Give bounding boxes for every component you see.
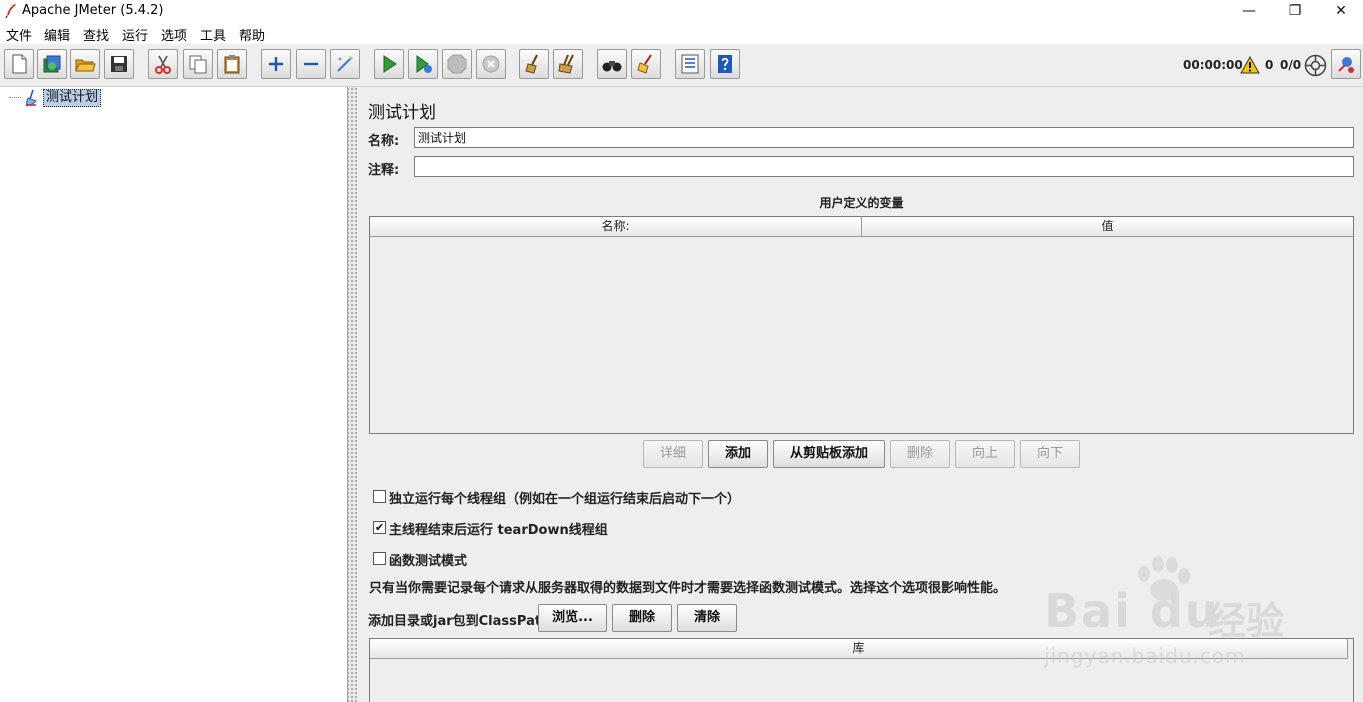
- menu-file[interactable]: 文件: [6, 25, 32, 44]
- classpath-label: 添加目录或jar包到ClassPath: [368, 614, 551, 629]
- delete-classpath-button[interactable]: 删除: [612, 604, 672, 632]
- plus-icon: [269, 57, 283, 71]
- cut-button[interactable]: [148, 49, 178, 79]
- watermark-brand-text: 经验: [1208, 599, 1285, 643]
- help-icon: [718, 55, 732, 73]
- play-icon: [383, 55, 397, 73]
- warning-count: 0: [1265, 58, 1274, 72]
- expand-button[interactable]: [261, 49, 291, 79]
- window-title: Apache JMeter (5.4.2): [22, 3, 164, 18]
- remote-status-icon: [1304, 54, 1327, 77]
- menu-search[interactable]: 查找: [83, 25, 109, 44]
- menu-help[interactable]: 帮助: [239, 25, 265, 44]
- play-no-pause-icon: [416, 55, 432, 73]
- new-button[interactable]: [4, 49, 34, 79]
- copy-icon: [189, 55, 207, 74]
- name-field[interactable]: [414, 127, 1354, 148]
- jmeter-feather-icon: [5, 4, 16, 19]
- templates-icon: [43, 55, 61, 73]
- save-button[interactable]: [104, 49, 134, 79]
- broom-all-icon: [558, 54, 574, 74]
- stop-button[interactable]: [442, 49, 472, 79]
- clear-all-button[interactable]: [553, 49, 583, 79]
- column-header-name[interactable]: 名称:: [370, 217, 862, 237]
- move-up-button[interactable]: 向上: [955, 440, 1015, 468]
- copy-button[interactable]: [183, 49, 213, 79]
- minimize-button[interactable]: —: [1226, 0, 1272, 22]
- tree-connector: [9, 97, 21, 98]
- binoculars-icon: [602, 61, 622, 72]
- minus-icon: [304, 62, 318, 66]
- functional-test-mode-label[interactable]: 函数测试模式: [389, 550, 467, 569]
- open-folder-icon: [75, 59, 96, 72]
- log-viewer-button[interactable]: [1331, 49, 1361, 79]
- run-thread-groups-consecutively-label[interactable]: 独立运行每个线程组（例如在一个组运行结束后启动下一个）: [389, 488, 740, 507]
- close-button[interactable]: ✕: [1318, 0, 1363, 22]
- menu-bar: 文件 编辑 查找 运行 选项 工具 帮助: [0, 22, 1363, 44]
- teardown-after-shutdown-label[interactable]: 主线程结束后运行 tearDown线程组: [389, 519, 608, 538]
- function-helper-button[interactable]: [675, 49, 705, 79]
- elapsed-time: 00:00:00: [1183, 58, 1243, 72]
- clipboard-icon: [224, 55, 240, 74]
- templates-button[interactable]: [37, 49, 67, 79]
- comment-field[interactable]: [414, 156, 1354, 177]
- name-label: 名称:: [368, 134, 400, 149]
- list-icon: [681, 54, 699, 74]
- warning-icon[interactable]: [1240, 56, 1260, 74]
- detail-button[interactable]: 详细: [643, 440, 703, 468]
- browse-button[interactable]: 浏览...: [538, 604, 607, 632]
- menu-tools[interactable]: 工具: [200, 25, 226, 44]
- open-button[interactable]: [70, 49, 100, 79]
- functional-mode-note: 只有当你需要记录每个请求从服务器取得的数据到文件时才需要选择函数测试模式。选择这…: [369, 581, 1007, 596]
- delete-variable-button[interactable]: 删除: [890, 440, 950, 468]
- log-viewer-icon: [1338, 57, 1354, 73]
- toggle-wand-icon: [337, 56, 353, 72]
- help-button[interactable]: [710, 49, 740, 79]
- clear-button[interactable]: [519, 49, 549, 79]
- menu-run[interactable]: 运行: [122, 25, 148, 44]
- column-header-value[interactable]: 值: [862, 217, 1353, 237]
- menu-options[interactable]: 选项: [161, 25, 187, 44]
- start-no-pauses-button[interactable]: [408, 49, 438, 79]
- search-button[interactable]: [597, 49, 627, 79]
- teardown-after-shutdown-checkbox[interactable]: ✔: [373, 521, 386, 534]
- shutdown-button[interactable]: [476, 49, 506, 79]
- watermark-logo-text: Bai du: [1044, 584, 1220, 638]
- move-down-button[interactable]: 向下: [1020, 440, 1080, 468]
- functional-test-mode-checkbox[interactable]: [373, 552, 386, 565]
- pane-splitter[interactable]: [348, 87, 357, 702]
- add-button[interactable]: 添加: [708, 440, 768, 468]
- stop-icon: [447, 54, 467, 74]
- baidu-watermark: Bai du 经验 jingyan.baidu.com: [1040, 556, 1300, 674]
- add-from-clipboard-button[interactable]: 从剪贴板添加: [773, 440, 885, 468]
- run-thread-groups-consecutively-checkbox[interactable]: [373, 490, 386, 503]
- reset-broom-icon: [637, 54, 652, 74]
- restore-button[interactable]: ❐: [1272, 0, 1318, 22]
- shutdown-icon: [482, 55, 500, 73]
- user-variables-table[interactable]: 名称: 值: [369, 216, 1354, 434]
- new-file-icon: [12, 54, 27, 74]
- broom-icon: [525, 54, 538, 74]
- scissors-icon: [155, 55, 171, 74]
- test-plan-icon: [26, 89, 37, 107]
- user-variables-title: 用户定义的变量: [819, 196, 904, 210]
- collapse-button[interactable]: [296, 49, 326, 79]
- title-bar: Apache JMeter (5.4.2) — ❐ ✕: [0, 0, 1363, 22]
- watermark-url-text: jingyan.baidu.com: [1044, 644, 1246, 668]
- page-title: 测试计划: [368, 103, 436, 123]
- menu-edit[interactable]: 编辑: [44, 25, 70, 44]
- reset-search-button[interactable]: [631, 49, 661, 79]
- toggle-button[interactable]: [330, 49, 360, 79]
- tree-node-test-plan[interactable]: 测试计划: [43, 89, 102, 107]
- comment-label: 注释:: [368, 163, 400, 178]
- thread-count: 0/0: [1280, 58, 1302, 72]
- paste-button[interactable]: [217, 49, 247, 79]
- toolbar: 00:00:00 0 0/0: [0, 44, 1363, 87]
- clear-classpath-button[interactable]: 清除: [677, 604, 737, 632]
- save-disk-icon: [111, 56, 127, 72]
- start-button[interactable]: [374, 49, 404, 79]
- test-tree-pane[interactable]: [0, 87, 348, 702]
